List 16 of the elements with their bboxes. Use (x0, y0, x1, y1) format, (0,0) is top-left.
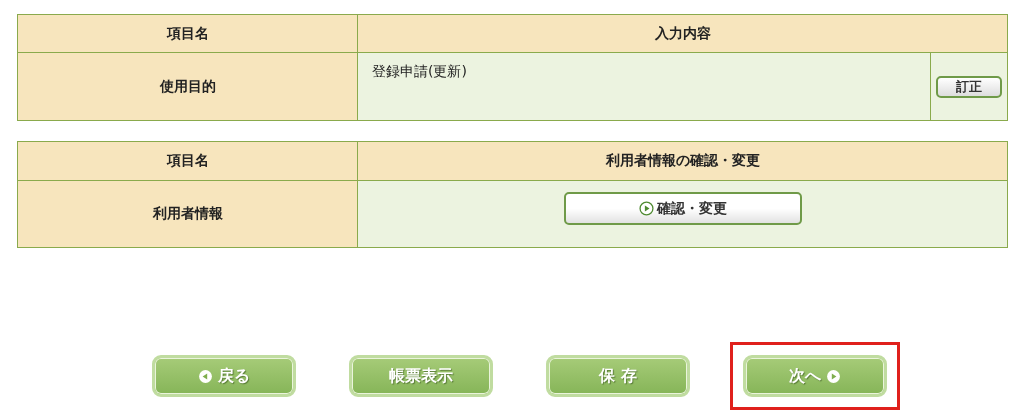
correct-button[interactable]: 訂正 (936, 75, 1002, 98)
confirm-change-button[interactable]: 確認・変更 (563, 192, 802, 225)
back-icon (198, 368, 213, 384)
column-header: 利用者情報の確認・変更 (358, 142, 1007, 181)
row-label: 利用者情報 (18, 181, 358, 247)
row-label: 使用目的 (18, 53, 358, 120)
nav-button[interactable]: 帳票表示 (349, 355, 493, 397)
play-icon (638, 201, 654, 216)
nav-button[interactable]: 次へ (743, 355, 887, 397)
column-header: 入力内容 (358, 15, 1007, 53)
column-header: 項目名 (18, 142, 358, 181)
nav-button[interactable]: 戻る (152, 355, 296, 397)
next-icon (826, 368, 841, 384)
field-value: 登録申請(更新) (358, 53, 930, 120)
column-header: 項目名 (18, 15, 358, 53)
nav-button[interactable]: 保 存 (546, 355, 690, 397)
